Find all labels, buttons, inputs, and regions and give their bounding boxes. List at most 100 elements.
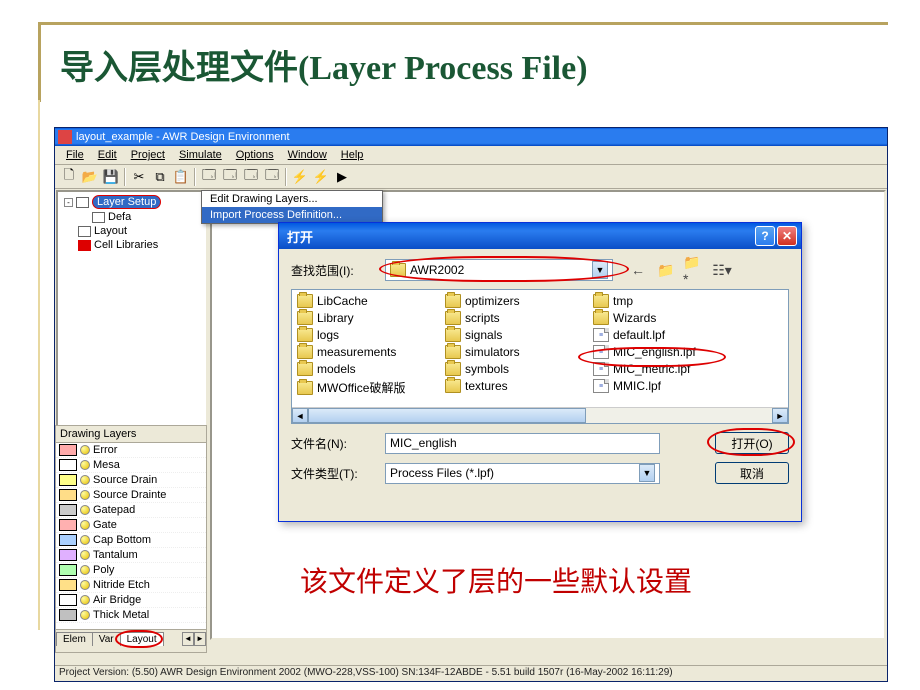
tree-cell-libs[interactable]: Cell Libraries <box>94 239 158 251</box>
visibility-bulb-icon[interactable] <box>80 475 90 485</box>
filename-input[interactable]: MIC_english <box>385 433 660 454</box>
layer-row[interactable]: Tantalum <box>56 548 206 563</box>
chevron-down-icon[interactable]: ▼ <box>592 261 608 279</box>
file-item[interactable]: ≡MMIC.lpf <box>592 379 740 393</box>
tree-layout[interactable]: Layout <box>94 225 127 237</box>
file-item[interactable]: LibCache <box>296 294 444 308</box>
layers-list[interactable]: ErrorMesaSource DrainSource DrainteGatep… <box>56 443 206 629</box>
tb-box2[interactable]: 🗔 <box>220 167 240 187</box>
slide-title: 导入层处理文件(Layer Process File) <box>60 40 588 89</box>
tb-box3[interactable]: 🗔 <box>241 167 261 187</box>
file-item[interactable]: MWOffice破解版 <box>296 379 444 396</box>
layer-row[interactable]: Source Drainte <box>56 488 206 503</box>
close-button[interactable]: ✕ <box>777 226 797 246</box>
file-item[interactable]: measurements <box>296 345 444 359</box>
filetype-combo[interactable]: Process Files (*.lpf) ▼ <box>385 463 660 484</box>
back-button[interactable]: ← <box>627 260 649 280</box>
tree-defa[interactable]: Defa <box>108 211 131 223</box>
tab-var[interactable]: Var <box>92 632 121 646</box>
layer-row[interactable]: Gate <box>56 518 206 533</box>
menu-project[interactable]: Project <box>124 148 172 162</box>
menu-file[interactable]: File <box>59 148 91 162</box>
tab-elem[interactable]: Elem <box>56 632 93 646</box>
open-button[interactable]: 打开(O) <box>715 432 789 454</box>
tb-tune[interactable]: ⚡ <box>311 167 331 187</box>
view-menu-button[interactable]: ☷▾ <box>711 260 733 280</box>
layers-panel-title: Drawing Layers <box>56 426 206 443</box>
visibility-bulb-icon[interactable] <box>80 490 90 500</box>
file-item[interactable]: ≡MIC_metric.lpf <box>592 362 740 376</box>
cancel-button[interactable]: 取消 <box>715 462 789 484</box>
visibility-bulb-icon[interactable] <box>80 565 90 575</box>
visibility-bulb-icon[interactable] <box>80 460 90 470</box>
visibility-bulb-icon[interactable] <box>80 445 90 455</box>
menu-window[interactable]: Window <box>281 148 334 162</box>
tb-copy[interactable]: ⧉ <box>150 167 170 187</box>
chevron-down-icon[interactable]: ▼ <box>639 464 655 482</box>
layer-row[interactable]: Poly <box>56 563 206 578</box>
menu-options[interactable]: Options <box>229 148 281 162</box>
file-item[interactable]: tmp <box>592 294 740 308</box>
layer-row[interactable]: Mesa <box>56 458 206 473</box>
file-item[interactable]: logs <box>296 328 444 342</box>
layer-row[interactable]: Cap Bottom <box>56 533 206 548</box>
tb-open[interactable]: 📂 <box>80 167 100 187</box>
tb-save[interactable]: 💾 <box>101 167 121 187</box>
layer-row[interactable]: Error <box>56 443 206 458</box>
file-item[interactable]: scripts <box>444 311 592 325</box>
hscrollbar[interactable]: ◄ ► <box>292 407 788 423</box>
menu-edit-drawing-layers[interactable]: Edit Drawing Layers... <box>202 191 382 207</box>
file-item[interactable]: models <box>296 362 444 376</box>
drawing-layers-panel: Drawing Layers ErrorMesaSource DrainSour… <box>55 425 207 653</box>
menu-edit[interactable]: Edit <box>91 148 124 162</box>
menu-import-process-definition[interactable]: Import Process Definition... <box>202 207 382 223</box>
layer-row[interactable]: Nitride Etch <box>56 578 206 593</box>
visibility-bulb-icon[interactable] <box>80 535 90 545</box>
scroll-thumb[interactable] <box>308 408 586 423</box>
visibility-bulb-icon[interactable] <box>80 520 90 530</box>
scroll-left-icon[interactable]: ◄ <box>292 408 308 423</box>
file-item[interactable]: Wizards <box>592 311 740 325</box>
file-item[interactable]: simulators <box>444 345 592 359</box>
file-item[interactable]: optimizers <box>444 294 592 308</box>
up-button[interactable]: 📁 <box>655 260 677 280</box>
tab-scroll-left[interactable]: ◄ <box>182 632 194 646</box>
layer-row[interactable]: Source Drain <box>56 473 206 488</box>
visibility-bulb-icon[interactable] <box>80 595 90 605</box>
menu-help[interactable]: Help <box>334 148 371 162</box>
file-item[interactable]: ≡default.lpf <box>592 328 740 342</box>
look-in-combo[interactable]: AWR2002 ▼ <box>385 259 613 281</box>
new-folder-button[interactable]: 📁* <box>683 260 705 280</box>
layer-name: Thick Metal <box>93 609 149 621</box>
tb-box4[interactable]: 🗔 <box>262 167 282 187</box>
help-button[interactable]: ? <box>755 226 775 246</box>
tb-paste[interactable]: 📋 <box>171 167 191 187</box>
layer-row[interactable]: Thick Metal <box>56 608 206 623</box>
menu-simulate[interactable]: Simulate <box>172 148 229 162</box>
layer-row[interactable]: Gatepad <box>56 503 206 518</box>
folder-icon <box>297 345 313 359</box>
file-item[interactable]: signals <box>444 328 592 342</box>
layer-row[interactable]: Air Bridge <box>56 593 206 608</box>
visibility-bulb-icon[interactable] <box>80 505 90 515</box>
file-item[interactable]: ≡MIC_english.lpf <box>592 345 740 359</box>
tb-new[interactable]: 🗋 <box>59 167 79 187</box>
layer-swatch <box>59 564 77 576</box>
file-item[interactable]: Library <box>296 311 444 325</box>
tree-expand-icon[interactable]: - <box>64 198 73 207</box>
visibility-bulb-icon[interactable] <box>80 550 90 560</box>
file-item-label: tmp <box>613 294 633 308</box>
tb-box1[interactable]: 🗔 <box>199 167 219 187</box>
tb-cut[interactable]: ✂ <box>129 167 149 187</box>
file-item[interactable]: textures <box>444 379 592 393</box>
tree-layer-setup[interactable]: Layer Setup <box>92 195 161 209</box>
tab-scroll-right[interactable]: ► <box>194 632 206 646</box>
tb-play[interactable]: ▶ <box>332 167 352 187</box>
scroll-right-icon[interactable]: ► <box>772 408 788 423</box>
visibility-bulb-icon[interactable] <box>80 580 90 590</box>
file-item[interactable]: symbols <box>444 362 592 376</box>
visibility-bulb-icon[interactable] <box>80 610 90 620</box>
tab-layout[interactable]: Layout <box>120 632 164 646</box>
file-list[interactable]: LibCache Library logs measurements models MWO… <box>291 289 789 424</box>
tb-run[interactable]: ⚡ <box>290 167 310 187</box>
